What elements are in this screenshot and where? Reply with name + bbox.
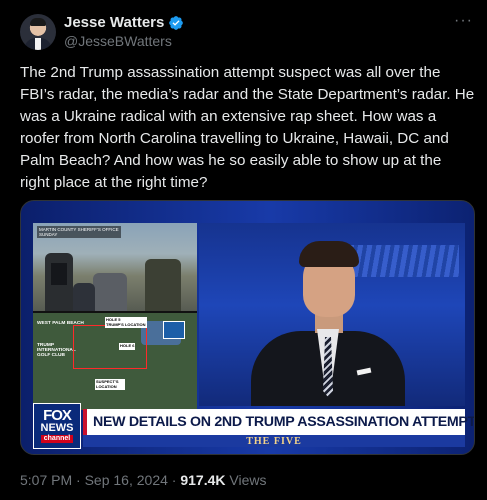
tweet-date[interactable]: Sep 16, 2024 (85, 472, 168, 488)
tweet-media-image[interactable]: MARTIN COUNTY SHERIFF’S OFFICE SUNDAY WE… (20, 200, 475, 455)
map-label-suspect: SUSPECT'S LOCATION (95, 379, 125, 390)
views-count: 917.4K (180, 472, 226, 488)
inset-panel: MARTIN COUNTY SHERIFF’S OFFICE SUNDAY WE… (33, 223, 197, 410)
show-name-bar: THE FIVE (83, 435, 465, 447)
tweet-meta: 5:07 PM · Sep 16, 2024 · 917.4K Views (20, 472, 266, 488)
author-avatar[interactable] (20, 14, 56, 50)
show-name: THE FIVE (246, 435, 302, 447)
bodycam-footage: MARTIN COUNTY SHERIFF’S OFFICE SUNDAY (33, 223, 197, 311)
views-label: Views (229, 472, 267, 488)
location-map: WEST PALM BEACH TRUMP INTERNATIONAL GOLF… (33, 313, 197, 410)
bodycam-caption: MARTIN COUNTY SHERIFF’S OFFICE SUNDAY (37, 226, 121, 238)
tweet-text: The 2nd Trump assassination attempt susp… (20, 64, 475, 191)
studio-shot (199, 223, 465, 406)
map-label-hole6: HOLE 6 (119, 343, 136, 350)
meta-separator: · (76, 472, 81, 488)
florida-inset (163, 321, 185, 339)
tweet-header: Jesse Watters @JesseBWatters ··· (20, 12, 473, 54)
fox-news-logo: FOX NEWS channel (33, 403, 81, 449)
map-label-hole5: HOLE 5 TRUMP'S LOCATION (105, 317, 147, 328)
author-handle[interactable]: @JesseBWatters (64, 33, 172, 49)
headline-text: NEW DETAILS ON 2ND TRUMP ASSASSINATION A… (93, 414, 475, 430)
author-name[interactable]: Jesse Watters (64, 14, 164, 31)
lower-third-banner: FOX NEWS channel NEW DETAILS ON 2ND TRUM… (33, 403, 474, 449)
verified-badge-icon (169, 15, 184, 30)
headline-bar: NEW DETAILS ON 2ND TRUMP ASSASSINATION A… (83, 409, 474, 435)
meta-separator: · (171, 472, 177, 488)
more-horizontal-icon[interactable]: ··· (454, 12, 473, 30)
map-label-golf-club: TRUMP INTERNATIONAL GOLF CLUB (37, 343, 76, 358)
author-name-row: Jesse Watters (64, 14, 184, 31)
tweet-time[interactable]: 5:07 PM (20, 472, 72, 488)
